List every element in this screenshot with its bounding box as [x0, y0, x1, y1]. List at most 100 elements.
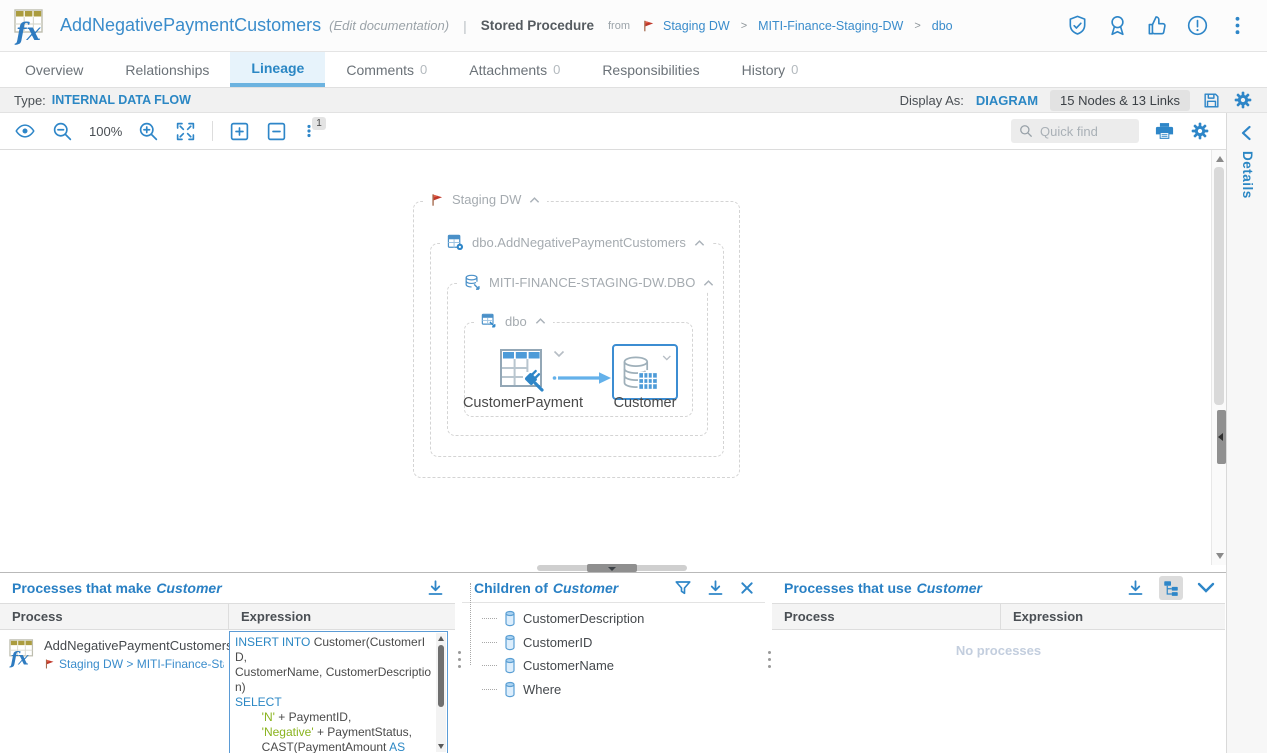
child-column-item[interactable]: CustomerDescription: [474, 607, 644, 631]
target-node-label[interactable]: Customer: [592, 395, 698, 411]
collapse-chevron-up-icon[interactable]: [694, 239, 705, 247]
column-expression: Expression: [229, 609, 311, 624]
tree-guide-line: [470, 583, 471, 665]
alert-circle-icon[interactable]: [1186, 14, 1209, 37]
child-column-item[interactable]: Where: [474, 678, 644, 702]
download-icon[interactable]: [1126, 579, 1145, 597]
settings-gear-icon[interactable]: [1233, 90, 1253, 110]
process-fx-icon: fx: [8, 638, 40, 668]
collapse-chevron-up-icon[interactable]: [703, 279, 714, 287]
save-diagram-icon[interactable]: [1202, 91, 1221, 110]
column-header-row: Process Expression: [0, 603, 455, 630]
expression-cell[interactable]: INSERT INTO Customer(CustomerID,Customer…: [229, 631, 448, 753]
overview-eye-icon[interactable]: [14, 121, 36, 141]
display-as-value[interactable]: DIAGRAM: [976, 93, 1038, 108]
source-node-label[interactable]: CustomerPayment: [433, 395, 613, 411]
download-icon[interactable]: [706, 579, 725, 597]
column-icon: [504, 681, 516, 698]
breadcrumb-segment-model[interactable]: Staging DW: [663, 19, 730, 33]
collapse-chevron-up-icon[interactable]: [529, 196, 540, 204]
scroll-up-arrow[interactable]: [438, 636, 444, 641]
expand-all-icon[interactable]: [229, 121, 250, 142]
fx-glyph: fx: [8, 648, 29, 668]
child-column-item[interactable]: CustomerID: [474, 631, 644, 655]
node-menu-chevron-icon[interactable]: [662, 354, 672, 362]
tab-attachments[interactable]: Attachments0: [448, 52, 581, 87]
edit-documentation-link[interactable]: (Edit documentation): [329, 18, 449, 33]
collapse-chevron-up-icon[interactable]: [535, 317, 546, 325]
diagram-vertical-scrollbar[interactable]: [1211, 150, 1226, 565]
details-panel-splitter-grip[interactable]: [1217, 410, 1226, 464]
collapse-all-icon[interactable]: [266, 121, 287, 142]
panel-processes-that-make: Processes that makeCustomer Process Expr…: [0, 573, 455, 753]
breadcrumb-segment-database[interactable]: MITI-Finance-Staging-DW: [758, 19, 903, 33]
node-menu-chevron-icon[interactable]: [553, 350, 565, 358]
app-window: fx AddNegativePaymentCustomers (Edit doc…: [0, 0, 1267, 753]
scroll-up-arrow[interactable]: [1216, 156, 1224, 162]
process-path-text: Staging DW > MITI-Finance-Stag: [59, 657, 224, 671]
schema-table-icon: [481, 313, 497, 329]
details-tab-label[interactable]: Details: [1240, 151, 1255, 199]
type-bar: Type: INTERNAL DATA FLOW Display As: DIA…: [0, 88, 1267, 113]
tab-count: 0: [420, 62, 427, 77]
thumbs-up-icon[interactable]: [1146, 14, 1169, 37]
tab-label: Comments: [346, 62, 414, 78]
from-label: from: [608, 20, 630, 32]
toolbar-divider: [212, 121, 213, 141]
customer-payment-table-icon[interactable]: [497, 343, 549, 395]
breadcrumb-segment-schema[interactable]: dbo: [932, 19, 953, 33]
sql-expression: INSERT INTO Customer(CustomerID,Customer…: [235, 635, 433, 753]
scroll-down-arrow[interactable]: [1216, 553, 1224, 559]
fit-to-screen-icon[interactable]: [175, 121, 196, 142]
tab-label: History: [742, 62, 786, 78]
tab-lineage[interactable]: Lineage: [230, 52, 325, 87]
child-column-item[interactable]: CustomerName: [474, 654, 644, 678]
header-bar: fx AddNegativePaymentCustomers (Edit doc…: [0, 0, 1267, 52]
governance-shield-icon[interactable]: [1066, 14, 1089, 37]
container-database-label: MITI-FINANCE-STAGING-DW.DBO: [489, 275, 695, 290]
lineage-diagram-canvas[interactable]: Staging DW dbo.AddNegativePaymentCustome…: [0, 150, 1211, 565]
tab-label: Attachments: [469, 62, 547, 78]
quick-find-input[interactable]: [1040, 124, 1130, 139]
flag-icon: [642, 19, 655, 33]
scroll-down-arrow[interactable]: [438, 744, 444, 749]
zoom-in-icon[interactable]: [138, 121, 159, 142]
process-path-link[interactable]: Staging DW > MITI-Finance-Stag: [44, 657, 224, 671]
tab-relationships[interactable]: Relationships: [104, 52, 230, 87]
process-row[interactable]: fx AddNegativePaymentCustomers Staging D…: [0, 631, 228, 753]
panel-title: Children ofCustomer: [474, 580, 618, 596]
zoom-out-icon[interactable]: [52, 121, 73, 142]
tab-comments[interactable]: Comments 0: [325, 52, 448, 87]
tab-label: Relationships: [125, 62, 209, 78]
more-tools-kebab-icon[interactable]: 1: [303, 121, 321, 141]
column-icon: [504, 634, 516, 651]
tree-view-toggle-icon[interactable]: [1159, 576, 1183, 600]
quick-find-box: [1011, 119, 1139, 143]
column-name: Where: [523, 682, 561, 697]
flag-icon: [44, 658, 55, 670]
tab-history[interactable]: History0: [721, 52, 820, 87]
more-options-kebab-icon[interactable]: [1226, 14, 1249, 37]
tab-responsibilities[interactable]: Responsibilities: [581, 52, 720, 87]
object-type-label: Stored Procedure: [481, 18, 594, 33]
column-header-row: Process Expression: [772, 603, 1225, 630]
collapse-panel-chevron-icon[interactable]: [1197, 582, 1215, 594]
certification-badge-icon[interactable]: [1106, 14, 1129, 37]
column-process: Process: [0, 609, 228, 624]
download-icon[interactable]: [426, 579, 445, 597]
page-title: AddNegativePaymentCustomers: [60, 15, 321, 36]
print-icon[interactable]: [1154, 121, 1175, 141]
customer-table-node[interactable]: [612, 344, 678, 400]
diagram-settings-gear-icon[interactable]: [1190, 121, 1210, 141]
panel-title: Processes that useCustomer: [784, 580, 982, 596]
scrollbar-thumb[interactable]: [438, 645, 444, 707]
close-icon[interactable]: [739, 580, 755, 596]
filter-funnel-icon[interactable]: [674, 579, 692, 597]
column-expression: Expression: [1001, 609, 1083, 624]
expand-details-chevron-icon[interactable]: [1239, 125, 1253, 141]
expression-scrollbar[interactable]: [436, 633, 446, 752]
header-actions: [1066, 14, 1267, 37]
tab-overview[interactable]: Overview: [4, 52, 104, 87]
procedure-table-gear-icon: [447, 234, 464, 251]
scrollbar-thumb[interactable]: [1214, 167, 1224, 405]
